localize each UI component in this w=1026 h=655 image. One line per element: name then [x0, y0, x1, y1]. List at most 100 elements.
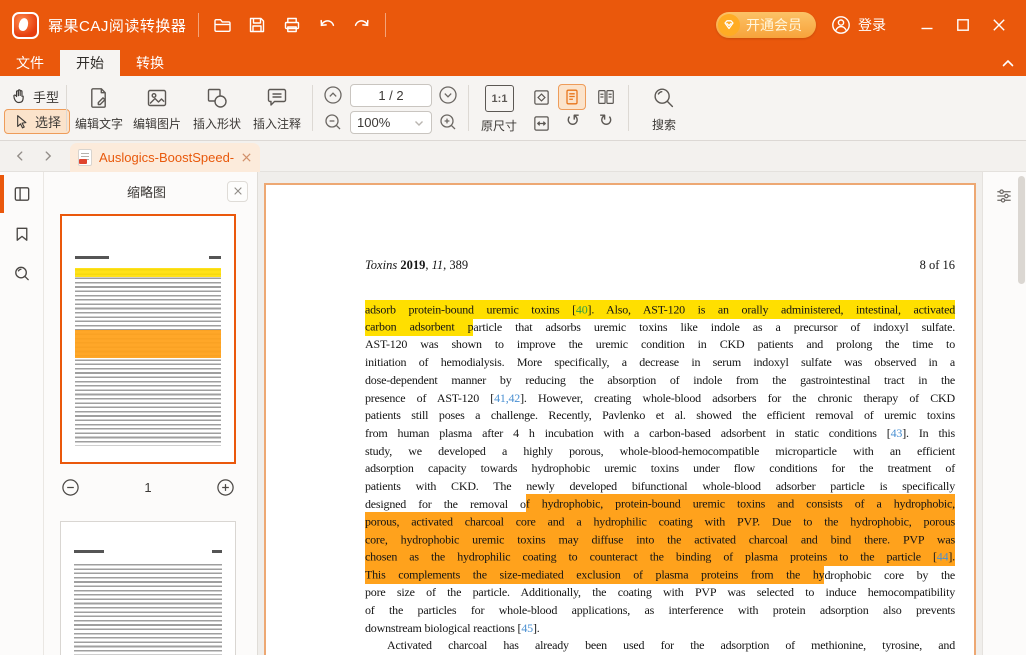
- open-file-icon[interactable]: [211, 14, 233, 36]
- edit-image-button[interactable]: 编辑图片: [128, 83, 186, 132]
- vip-button[interactable]: 开通会员: [716, 12, 816, 38]
- edit-image-label: 编辑图片: [128, 115, 186, 132]
- document-text-line: presence of AST-120 [41,42]. However, cr…: [365, 390, 955, 408]
- thumbnail-panel-title: 缩略图: [44, 182, 227, 201]
- search-panel-icon[interactable]: [0, 255, 44, 293]
- rotate-left-icon[interactable]: ↺: [560, 109, 586, 133]
- tab-close-icon[interactable]: [241, 152, 252, 163]
- thumbnail-header-mark: [209, 256, 221, 259]
- shapes-icon: [188, 83, 246, 113]
- close-button[interactable]: [986, 12, 1012, 38]
- select-tool-label: 选择: [35, 112, 61, 131]
- document-file-icon: [78, 149, 92, 166]
- document-text-line: chosen as the hydrophilic coating to cou…: [365, 549, 955, 567]
- document-text-line: patients still poses a challenge. Recent…: [365, 407, 955, 425]
- document-tab-bar: Auslogics-BoostSpeed-13: [0, 141, 1026, 172]
- app-logo-icon: [12, 12, 39, 39]
- user-icon: [830, 14, 852, 36]
- thumbnail-zoom-out-icon[interactable]: [60, 477, 80, 497]
- maximize-button[interactable]: [950, 12, 976, 38]
- previous-page-button[interactable]: [323, 85, 343, 105]
- zoom-out-icon[interactable]: [323, 112, 343, 132]
- select-tool-button[interactable]: 选择: [4, 109, 70, 134]
- thumbnail-header-mark: [212, 550, 222, 553]
- document-view: Toxins 2019, 11, 389 8 of 16 adsorb prot…: [258, 172, 982, 655]
- minimize-button[interactable]: [914, 12, 940, 38]
- thumbnail-header-mark: [75, 256, 109, 259]
- thumbnails-panel-icon[interactable]: [0, 175, 44, 213]
- fit-page-icon[interactable]: [530, 86, 552, 108]
- document-text-line: patients with CKD. The newly developed b…: [365, 478, 955, 496]
- page-header-left: Toxins 2019, 11, 389: [365, 258, 468, 273]
- thumbnail-text-lines: [74, 564, 222, 655]
- login-button[interactable]: 登录: [830, 14, 886, 36]
- document-page: Toxins 2019, 11, 389 8 of 16 adsorb prot…: [264, 183, 976, 655]
- document-text-line: from human plasma after 4 h incubation w…: [365, 425, 955, 443]
- image-icon: [128, 83, 186, 113]
- zoom-in-icon[interactable]: [438, 112, 458, 132]
- tab-file[interactable]: 文件: [0, 50, 60, 76]
- document-text-line: initiation of hemodialysis. More specifi…: [365, 354, 955, 372]
- original-size-icon[interactable]: 1:1: [485, 85, 514, 112]
- hand-tool-button[interactable]: 手型: [10, 85, 59, 107]
- view-settings-sliders-icon[interactable]: [992, 184, 1016, 208]
- document-tab[interactable]: Auslogics-BoostSpeed-13: [70, 143, 260, 172]
- save-icon[interactable]: [246, 14, 268, 36]
- insert-shape-button[interactable]: 插入形状: [188, 83, 246, 132]
- page-header-right: 8 of 16: [920, 258, 955, 273]
- page-body-text: adsorb protein-bound uremic toxins [40].…: [365, 301, 955, 655]
- vertical-scrollbar-thumb[interactable]: [1018, 176, 1025, 284]
- edit-text-label: 编辑文字: [70, 115, 128, 132]
- edit-text-icon: [70, 83, 128, 113]
- ribbon-tab-bar: 文件 开始 转换: [0, 50, 1026, 76]
- diamond-icon: [718, 14, 740, 36]
- document-tab-title: Auslogics-BoostSpeed-13: [99, 150, 234, 165]
- tab-nav-right-icon[interactable]: [40, 148, 56, 164]
- insert-note-label: 插入注释: [248, 115, 306, 132]
- document-text-line: AST-120 was shown to improve the uremic …: [365, 336, 955, 354]
- thumbnail-zoom-in-icon[interactable]: [216, 477, 236, 497]
- document-text-line: pore size of the particle. Additionally,…: [365, 584, 955, 602]
- document-text-line: downstream biological reactions [45].: [365, 620, 955, 638]
- bookmarks-panel-icon[interactable]: [0, 215, 44, 253]
- page-1-thumbnail[interactable]: [60, 214, 236, 464]
- app-window: 幂果CAJ阅读转换器 开通会员: [0, 0, 1026, 655]
- tab-nav-left-icon[interactable]: [12, 148, 28, 164]
- tab-convert[interactable]: 转换: [120, 50, 180, 76]
- fit-width-icon[interactable]: [530, 112, 552, 134]
- next-page-button[interactable]: [438, 85, 458, 105]
- tab-start[interactable]: 开始: [60, 50, 120, 76]
- zoom-level-value: 100%: [357, 115, 390, 130]
- vip-label: 开通会员: [746, 15, 802, 35]
- document-text-line: adsorb protein-bound uremic toxins [40].…: [365, 301, 955, 319]
- two-page-view-button[interactable]: [592, 84, 620, 110]
- undo-icon[interactable]: [316, 14, 338, 36]
- zoom-level-select[interactable]: 100%: [350, 111, 432, 134]
- document-text-line: adsorption capacity towards hydrophobic …: [365, 460, 955, 478]
- title-bar: 幂果CAJ阅读转换器 开通会员: [0, 0, 1026, 50]
- print-icon[interactable]: [281, 14, 303, 36]
- page-header: Toxins 2019, 11, 389 8 of 16: [365, 258, 955, 273]
- single-page-view-button[interactable]: [558, 84, 586, 110]
- thumbnail-yellow-highlight: [75, 268, 221, 277]
- edit-text-button[interactable]: 编辑文字: [70, 83, 128, 132]
- collapse-ribbon-icon[interactable]: [1000, 50, 1016, 76]
- search-icon: [636, 83, 692, 115]
- chevron-down-icon: [413, 117, 425, 129]
- insert-note-button[interactable]: 插入注释: [248, 83, 306, 132]
- redo-icon[interactable]: [351, 14, 373, 36]
- page-2-thumbnail[interactable]: [60, 521, 236, 655]
- hand-tool-label: 手型: [33, 87, 59, 106]
- document-text-line: study, we developed a highly porous, who…: [365, 443, 955, 461]
- document-text-line: porous, activated charcoal core and a hy…: [365, 513, 955, 531]
- panel-close-icon[interactable]: [227, 181, 248, 202]
- ribbon-divider: [66, 85, 67, 131]
- document-text-line: This complements the size-mediated exclu…: [365, 567, 955, 585]
- ribbon-divider: [628, 85, 629, 131]
- rotate-right-icon[interactable]: ↻: [593, 109, 619, 133]
- search-button[interactable]: 搜索: [636, 83, 692, 133]
- original-size-label: 原尺寸: [470, 117, 528, 134]
- ribbon-divider: [468, 85, 469, 131]
- titlebar-divider: [198, 13, 199, 37]
- page-number-input[interactable]: [350, 84, 432, 107]
